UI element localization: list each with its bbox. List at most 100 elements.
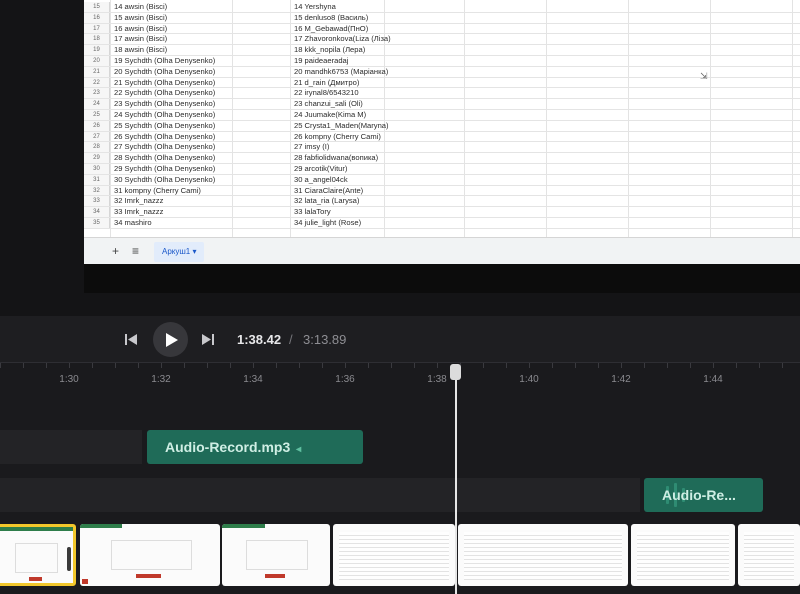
row-number: 16 bbox=[84, 12, 110, 23]
cell-a: 19 Sychdth (Olha Denysenko) bbox=[114, 56, 216, 65]
ruler-minor-tick bbox=[207, 363, 208, 368]
row-number: 15 bbox=[84, 2, 110, 12]
ruler-minor-tick bbox=[23, 363, 24, 368]
video-thumbnail[interactable] bbox=[0, 524, 76, 586]
video-thumbnail-track[interactable] bbox=[0, 520, 800, 586]
track-lane-1[interactable] bbox=[0, 430, 142, 464]
cell-a: 18 awsin (Bisci) bbox=[114, 45, 168, 55]
cell-a: 34 mashiro bbox=[114, 218, 152, 227]
cell-b: 32 lata_ria (Larysa) bbox=[294, 196, 360, 206]
spreadsheet-row: 23 22 Sychdth (Olha Denysenko) 22 irynal8/… bbox=[84, 88, 800, 100]
ruler-tick-label: 1:30 bbox=[59, 374, 79, 385]
cell-b: 26 kompny (Cherry Cami) bbox=[294, 131, 381, 141]
cell-b: 30 a_angel04ck bbox=[294, 174, 348, 184]
cell-b: 20 mandhk6753 (Маріанка) bbox=[294, 66, 389, 76]
cell-b: 29 arcotik(Vitur) bbox=[294, 164, 348, 173]
cell-a: 29 Sychdth (Olha Denysenko) bbox=[114, 164, 216, 173]
row-number: 34 bbox=[84, 207, 110, 217]
row-number: 26 bbox=[84, 120, 110, 131]
skip-forward-icon[interactable] bbox=[201, 333, 215, 346]
cell-b: 22 irynal8/6543210 bbox=[294, 88, 359, 98]
spreadsheet-row: 30 29 Sychdth (Olha Denysenko) 29 arcotik(… bbox=[84, 164, 800, 175]
play-button[interactable] bbox=[153, 322, 188, 357]
ruler-tick-label: 1:42 bbox=[611, 374, 631, 385]
row-number: 24 bbox=[84, 99, 110, 109]
ruler-minor-tick bbox=[598, 363, 599, 368]
row-number: 33 bbox=[84, 196, 110, 207]
ruler-minor-tick bbox=[529, 363, 530, 368]
spreadsheet-row: 34 33 Imrk_nazzz 33 lalaTory bbox=[84, 207, 800, 218]
video-thumbnail[interactable] bbox=[631, 524, 735, 586]
spreadsheet-row: 35 34 mashiro 34 julie_light (Rose) bbox=[84, 218, 800, 229]
ruler-minor-tick bbox=[759, 363, 760, 368]
audio-clip-1[interactable]: Audio-Record.mp3 ◂ bbox=[147, 430, 363, 464]
cell-a: 20 Sychdth (Olha Denysenko) bbox=[114, 66, 216, 76]
ruler-minor-tick bbox=[644, 363, 645, 368]
timeline-ruler[interactable]: 1:30 1:32 1:34 1:36 1:38 1:40 1:42 1:44 bbox=[0, 362, 800, 392]
ruler-minor-tick bbox=[621, 363, 622, 368]
ruler-minor-tick bbox=[322, 363, 323, 368]
spreadsheet-row: 21 20 Sychdth (Olha Denysenko) 20 mandhk67… bbox=[84, 66, 800, 78]
cell-b: 33 lalaTory bbox=[294, 207, 331, 217]
ruler-minor-tick bbox=[115, 363, 116, 368]
cell-b: 27 imsy (I) bbox=[294, 142, 330, 152]
spreadsheet-row: 25 24 Sychdth (Olha Denysenko) 24 Juumake(… bbox=[84, 110, 800, 121]
ruler-minor-tick bbox=[69, 363, 70, 368]
transport-bar: 1:38.42 / 3:13.89 bbox=[0, 316, 800, 362]
all-sheets-button[interactable]: ≡ bbox=[132, 244, 139, 258]
ruler-minor-tick bbox=[782, 363, 783, 368]
cell-b: 31 CiaraClaire(Ante) bbox=[294, 185, 364, 195]
current-time: 1:38.42 bbox=[237, 332, 282, 347]
cell-a: 16 awsin (Bisci) bbox=[114, 23, 168, 33]
cell-b: 23 chanzui_sali (Oli) bbox=[294, 99, 363, 109]
row-number: 27 bbox=[84, 131, 110, 142]
cell-b: 14 Yershyna bbox=[294, 2, 336, 11]
video-thumbnail[interactable] bbox=[738, 524, 800, 586]
spreadsheet-grid: 15 14 awsin (Bisci) 14 Yershyna 16 15 awsin … bbox=[84, 0, 800, 237]
ruler-minor-tick bbox=[575, 363, 576, 368]
ruler-minor-tick bbox=[506, 363, 507, 368]
spreadsheet-row: 31 30 Sychdth (Olha Denysenko) 30 a_angel0… bbox=[84, 174, 800, 186]
video-thumbnail[interactable] bbox=[458, 524, 628, 586]
cell-a: 22 Sychdth (Olha Denysenko) bbox=[114, 88, 216, 98]
playhead-line bbox=[455, 366, 457, 594]
cell-b: 17 Zhavoronkova(Liza (Ліза) bbox=[294, 34, 391, 44]
cell-a: 17 awsin (Bisci) bbox=[114, 34, 168, 44]
cell-b: 18 kkk_nopila (Лера) bbox=[294, 45, 366, 55]
video-thumbnail[interactable] bbox=[333, 524, 455, 586]
skip-back-icon[interactable] bbox=[124, 333, 138, 346]
audio-clip-2[interactable]: Audio-Re... bbox=[644, 478, 763, 512]
row-number: 23 bbox=[84, 88, 110, 99]
track-lane-2[interactable] bbox=[0, 478, 640, 512]
row-number: 32 bbox=[84, 185, 110, 196]
cell-b: 28 fabfiolidwana(вопика) bbox=[294, 153, 379, 163]
ruler-minor-tick bbox=[437, 363, 438, 368]
video-thumbnail[interactable] bbox=[222, 524, 330, 586]
cell-a: 15 awsin (Bisci) bbox=[114, 12, 168, 22]
ruler-minor-tick bbox=[184, 363, 185, 368]
cell-a: 30 Sychdth (Olha Denysenko) bbox=[114, 174, 216, 184]
mouse-cursor-icon: ⇲ bbox=[700, 71, 708, 81]
sheet-tab-arkush1[interactable]: Аркуш1 ▾ bbox=[154, 242, 205, 262]
cell-a: 28 Sychdth (Olha Denysenko) bbox=[114, 153, 216, 163]
video-editor: 15 14 awsin (Bisci) 14 Yershyna 16 15 awsin … bbox=[0, 0, 800, 594]
video-thumbnail[interactable] bbox=[80, 524, 220, 586]
spreadsheet-row: 22 21 Sychdth (Olha Denysenko) 21 d_rain (… bbox=[84, 77, 800, 89]
time-separator: / bbox=[289, 332, 293, 347]
ruler-tick-label: 1:44 bbox=[703, 374, 723, 385]
cell-b: 34 julie_light (Rose) bbox=[294, 218, 362, 227]
spreadsheet-row: 18 17 awsin (Bisci) 17 Zhavoronkova(Liza (… bbox=[84, 34, 800, 46]
spreadsheet-row: 17 16 awsin (Bisci) 16 M_Gebawad(ПнО) bbox=[84, 23, 800, 35]
cell-a: 33 Imrk_nazzz bbox=[114, 207, 164, 217]
row-number: 19 bbox=[84, 45, 110, 55]
cell-b: 21 d_rain (Дмитро) bbox=[294, 77, 360, 87]
row-number: 29 bbox=[84, 153, 110, 163]
spreadsheet-row: 32 31 kompny (Cherry Cami) 31 CiaraClaire(… bbox=[84, 185, 800, 197]
add-sheet-button[interactable]: + bbox=[112, 244, 119, 258]
ruler-minor-tick bbox=[230, 363, 231, 368]
spreadsheet-row: 16 15 awsin (Bisci) 15 denluso8 (Василь) bbox=[84, 12, 800, 24]
playhead-handle[interactable] bbox=[450, 364, 461, 380]
cell-a: 32 Imrk_nazzz bbox=[114, 196, 164, 206]
row-number: 17 bbox=[84, 23, 110, 34]
ruler-tick-label: 1:40 bbox=[519, 374, 539, 385]
